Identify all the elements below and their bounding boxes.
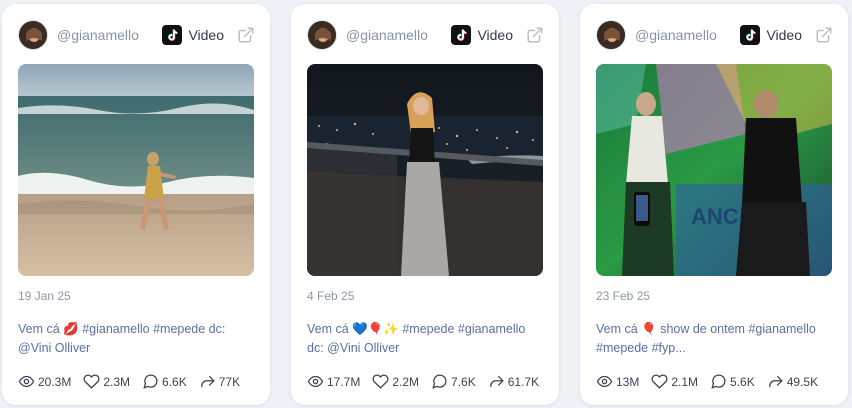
views-count: 20.3M	[38, 374, 72, 389]
post-card[interactable]: @gianamello Video	[2, 4, 270, 405]
card-header: @gianamello Video	[596, 20, 834, 50]
username[interactable]: @gianamello	[57, 27, 162, 43]
post-grid: @gianamello Video 19 Jan 25 Vem cá 💋 #gi…	[0, 0, 852, 408]
comment-icon	[432, 374, 447, 389]
views-stat: 13M	[596, 373, 639, 390]
views-stat: 20.3M	[18, 373, 71, 390]
shares-stat: 77K	[199, 373, 240, 390]
comments-stat: 7.6K	[431, 373, 476, 390]
card-header: @gianamello Video	[18, 20, 256, 50]
avatar[interactable]	[18, 20, 48, 50]
views-count: 13M	[616, 374, 640, 389]
external-link-icon[interactable]	[525, 25, 545, 45]
post-stats: 20.3M 2.3M 6.6K 77K	[18, 373, 260, 390]
heart-icon	[372, 374, 389, 389]
platform-badge: Video	[740, 25, 802, 45]
avatar[interactable]	[596, 20, 626, 50]
video-thumbnail[interactable]	[307, 64, 543, 276]
tiktok-icon	[740, 25, 761, 45]
tiktok-icon	[451, 25, 472, 45]
comments-stat: 6.6K	[142, 373, 187, 390]
heart-icon	[83, 374, 100, 389]
post-date: 23 Feb 25	[596, 289, 651, 303]
comments-count: 5.6K	[730, 374, 755, 389]
video-thumbnail[interactable]: ANC	[596, 64, 832, 276]
share-icon	[200, 375, 215, 388]
platform-badge: Video	[451, 25, 513, 45]
views-stat: 17.7M	[307, 373, 360, 390]
external-link-icon[interactable]	[814, 25, 834, 45]
share-icon	[768, 375, 783, 388]
heart-icon	[651, 374, 668, 389]
platform-label: Video	[766, 27, 802, 43]
shares-stat: 61.7K	[488, 373, 539, 390]
likes-stat: 2.1M	[651, 373, 698, 390]
post-caption: Vem cá 💋 #gianamello #mepede dc: @Vini O…	[18, 322, 226, 355]
shares-count: 49.5K	[786, 374, 819, 389]
comments-stat: 5.6K	[710, 373, 755, 390]
post-date: 19 Jan 25	[18, 289, 71, 303]
username[interactable]: @gianamello	[635, 27, 740, 43]
share-icon	[489, 375, 504, 388]
platform-badge: Video	[162, 25, 224, 45]
platform-label: Video	[477, 27, 513, 43]
avatar[interactable]	[307, 20, 337, 50]
post-caption: Vem cá 💙🎈✨ #mepede #gianamello dc: @Vini…	[307, 322, 526, 355]
video-thumbnail[interactable]	[18, 64, 254, 276]
tiktok-icon	[162, 25, 183, 45]
comments-count: 7.6K	[451, 374, 476, 389]
likes-count: 2.1M	[671, 374, 699, 389]
comment-icon	[143, 374, 158, 389]
eye-icon	[18, 375, 35, 388]
likes-count: 2.3M	[103, 374, 131, 389]
platform-label: Video	[188, 27, 224, 43]
likes-stat: 2.3M	[83, 373, 130, 390]
card-header: @gianamello Video	[307, 20, 545, 50]
post-caption: Vem cá 🎈 show de ontem #gianamello #mepe…	[596, 322, 816, 355]
views-count: 17.7M	[327, 374, 361, 389]
external-link-icon[interactable]	[236, 25, 256, 45]
post-date: 4 Feb 25	[307, 289, 355, 303]
comments-count: 6.6K	[162, 374, 187, 389]
shares-count: 77K	[218, 374, 241, 389]
likes-stat: 2.2M	[372, 373, 419, 390]
username[interactable]: @gianamello	[346, 27, 451, 43]
shares-stat: 49.5K	[767, 373, 818, 390]
post-card[interactable]: @gianamello Video	[291, 4, 559, 405]
eye-icon	[596, 375, 613, 388]
post-stats: 17.7M 2.2M 7.6K 61.7K	[307, 373, 549, 390]
post-card[interactable]: @gianamello Video ANC 23 Feb 25 Vem cá 🎈…	[580, 4, 848, 405]
post-stats: 13M 2.1M 5.6K 49.5K	[596, 373, 838, 390]
eye-icon	[307, 375, 324, 388]
shares-count: 61.7K	[507, 374, 540, 389]
likes-count: 2.2M	[392, 374, 420, 389]
svg-text:ANC: ANC	[691, 204, 739, 229]
comment-icon	[711, 374, 726, 389]
